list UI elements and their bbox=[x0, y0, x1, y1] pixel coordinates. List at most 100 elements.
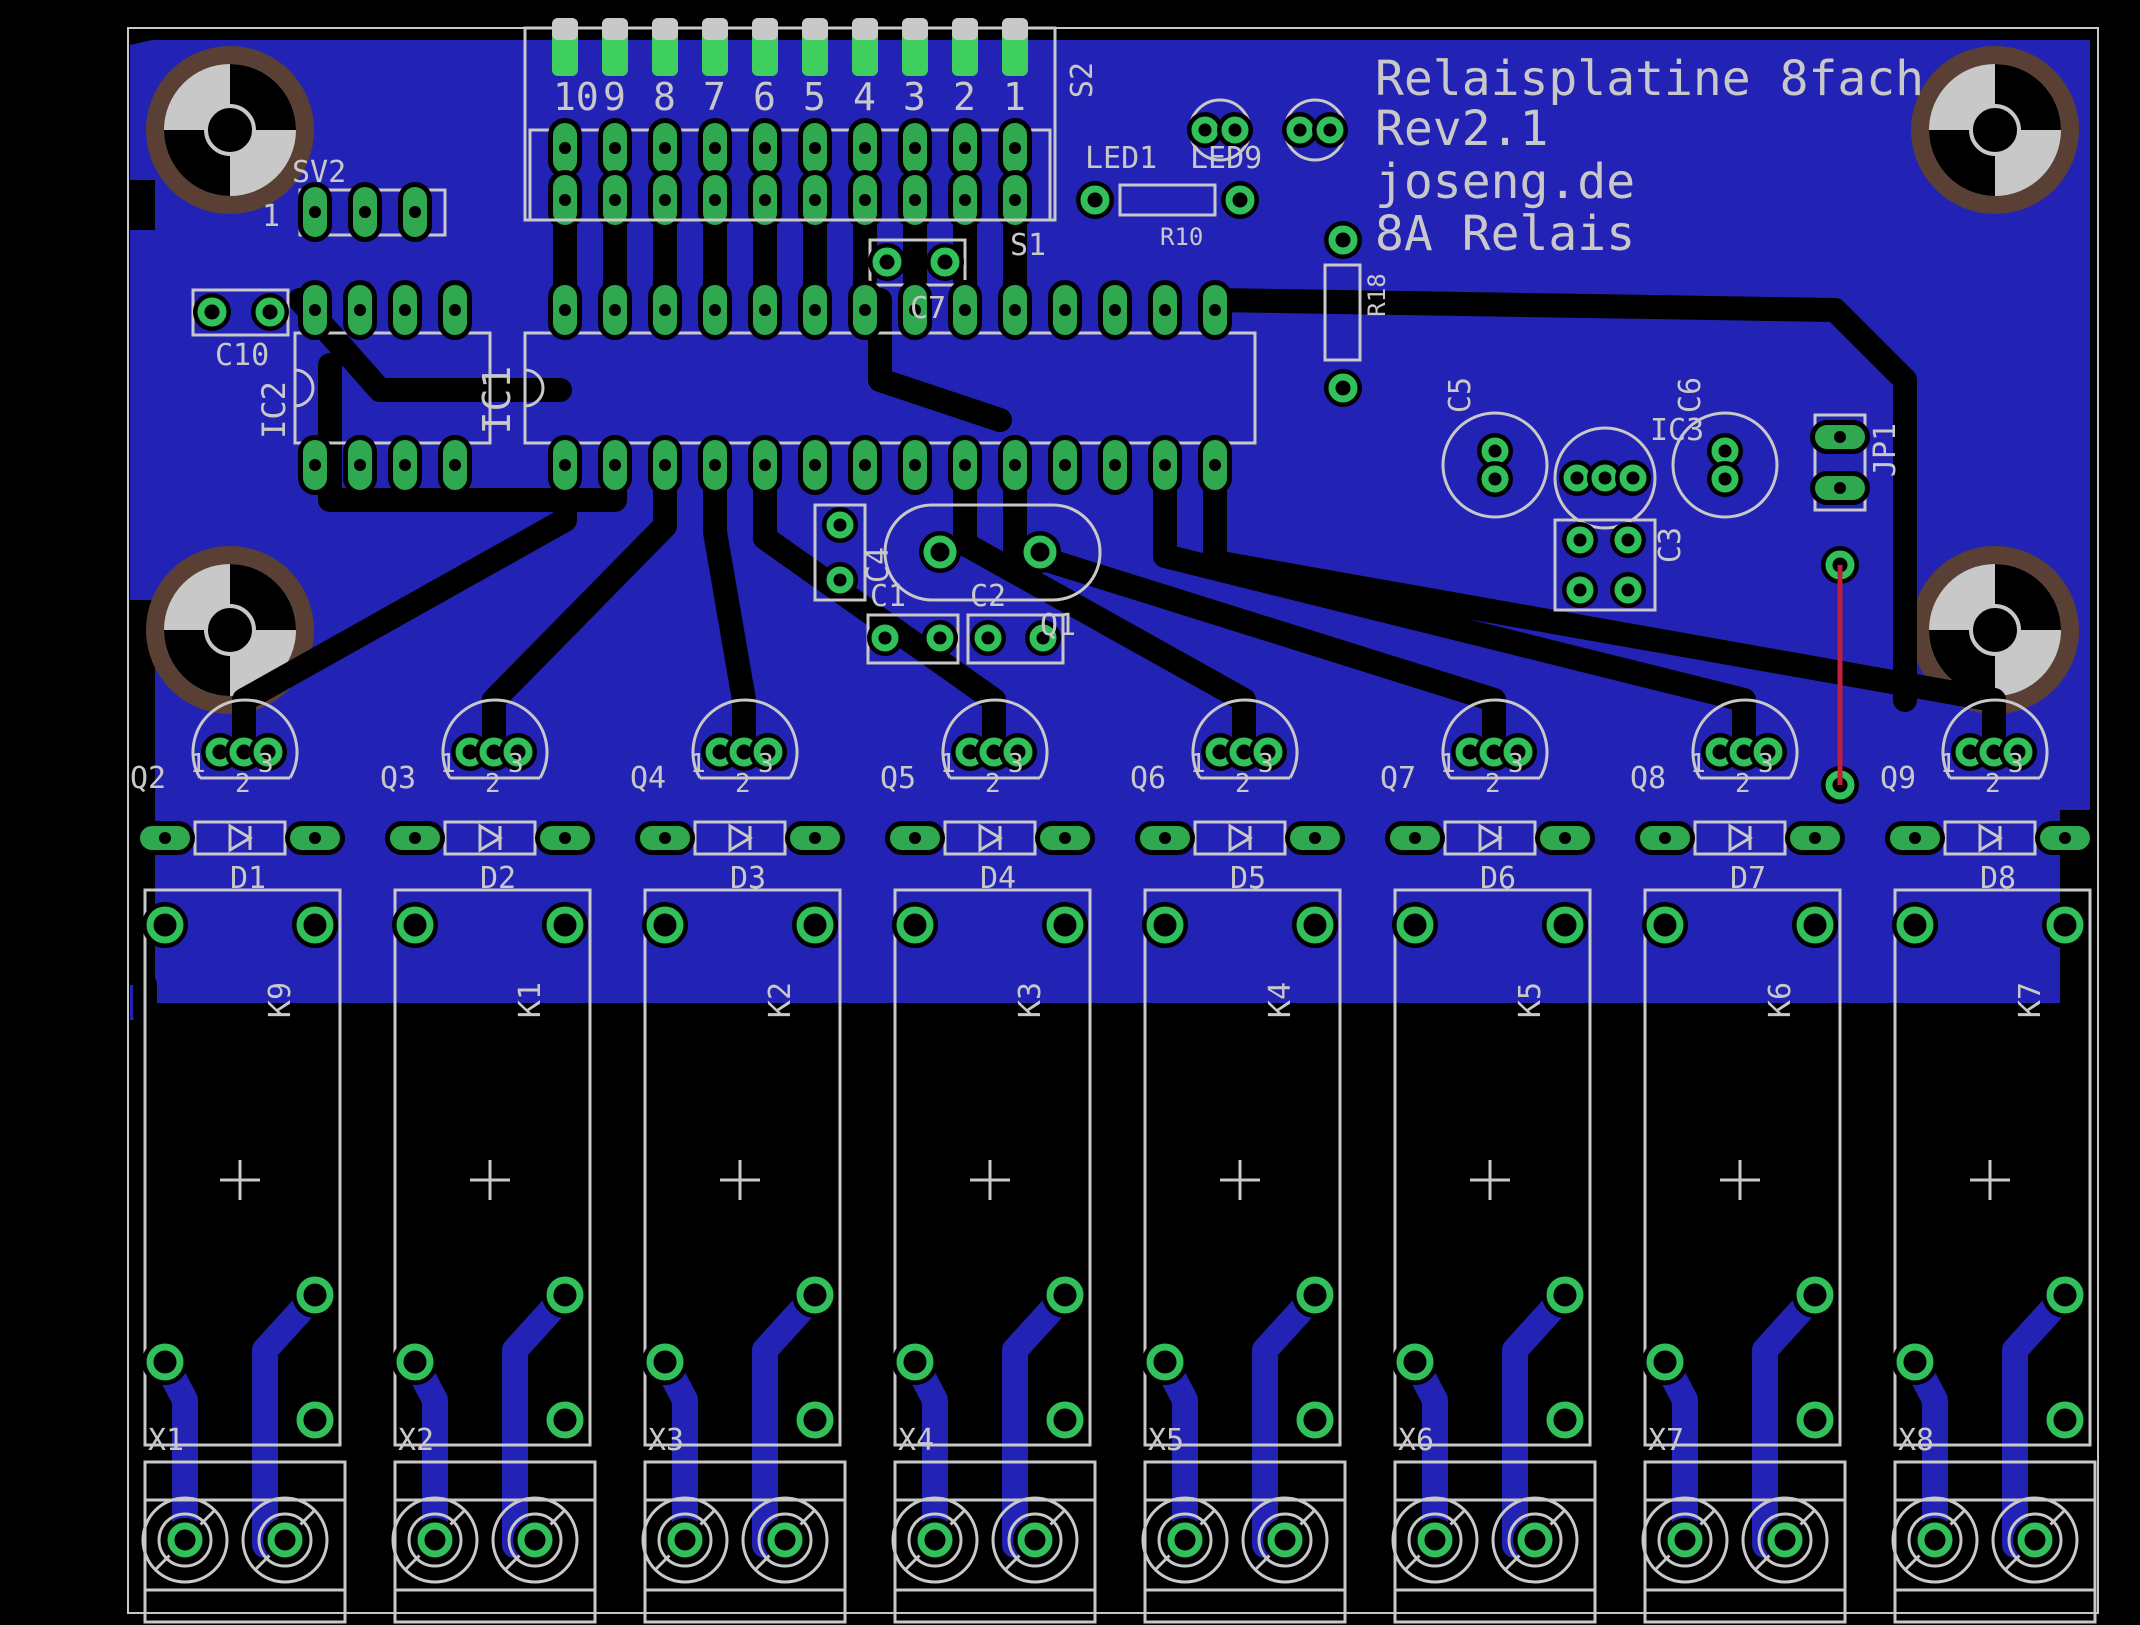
led9-label: LED9 bbox=[1190, 141, 1262, 176]
transistor-pin-number: 1 bbox=[190, 749, 206, 779]
transistor-pin-number: 3 bbox=[1508, 749, 1524, 779]
relay-label: K1 bbox=[513, 982, 548, 1018]
pad-drill bbox=[1059, 832, 1071, 844]
pad-drill bbox=[559, 194, 571, 206]
pad-drill bbox=[659, 832, 671, 844]
switch-number: 7 bbox=[703, 75, 726, 119]
pad-drill bbox=[959, 304, 971, 316]
pad-drill bbox=[759, 142, 771, 154]
switch-number: 2 bbox=[953, 75, 976, 119]
pad-drill bbox=[1834, 482, 1846, 494]
terminal-label: X2 bbox=[398, 1423, 434, 1458]
board-website: joseng.de bbox=[1375, 154, 1635, 210]
pad-drill bbox=[1559, 832, 1571, 844]
pad-drill bbox=[659, 304, 671, 316]
pad-drill bbox=[1009, 304, 1021, 316]
transistor-pin-number: 1 bbox=[940, 749, 956, 779]
pad-drill bbox=[909, 142, 921, 154]
pad-drill bbox=[1209, 304, 1221, 316]
pad-drill bbox=[559, 304, 571, 316]
pad-drill bbox=[559, 459, 571, 471]
pad-drill bbox=[559, 832, 571, 844]
diode-label: D1 bbox=[230, 861, 266, 896]
pad-drill bbox=[909, 832, 921, 844]
switch-lever-top bbox=[752, 18, 778, 40]
pad-drill bbox=[1109, 459, 1121, 471]
pad-drill bbox=[809, 142, 821, 154]
mounting-hole-drill bbox=[1969, 604, 2021, 656]
pad-drill bbox=[859, 459, 871, 471]
switch-number: 8 bbox=[653, 75, 676, 119]
transistor-label: Q8 bbox=[1630, 761, 1666, 796]
transistor-pin-number: 2 bbox=[735, 769, 751, 799]
relay-label: K6 bbox=[1763, 982, 1798, 1018]
switch-lever-top bbox=[702, 18, 728, 40]
switch-number: 5 bbox=[803, 75, 826, 119]
pad-drill bbox=[1159, 459, 1171, 471]
pad-drill bbox=[409, 206, 421, 218]
transistor-pin-number: 3 bbox=[2008, 749, 2024, 779]
c2-label: C2 bbox=[970, 579, 1006, 614]
pad-drill bbox=[909, 194, 921, 206]
pad-drill bbox=[354, 459, 366, 471]
pad-drill bbox=[1009, 459, 1021, 471]
r10-label: R10 bbox=[1160, 223, 1203, 251]
pad-drill bbox=[959, 194, 971, 206]
switch-lever-top bbox=[652, 18, 678, 40]
switch-label: S2 bbox=[1065, 62, 1100, 98]
pad-drill bbox=[1809, 832, 1821, 844]
r18-label: R18 bbox=[1363, 273, 1391, 316]
pad-drill bbox=[609, 459, 621, 471]
transistor-pin-number: 3 bbox=[758, 749, 774, 779]
jp1-label: JP1 bbox=[1868, 423, 1903, 477]
pad-drill bbox=[1159, 304, 1171, 316]
terminal-label: X4 bbox=[898, 1423, 934, 1458]
mounting-hole-drill bbox=[1969, 104, 2021, 156]
mounting-hole-drill bbox=[204, 604, 256, 656]
q1-label: Q1 bbox=[1040, 608, 1076, 643]
transistor-pin-number: 2 bbox=[235, 769, 251, 799]
switch-lever-top bbox=[1002, 18, 1028, 40]
switch-number: 10 bbox=[553, 75, 599, 119]
pad-drill bbox=[909, 459, 921, 471]
pad-drill bbox=[859, 304, 871, 316]
pad-drill bbox=[1159, 832, 1171, 844]
switch-number: 4 bbox=[853, 75, 876, 119]
pad-drill bbox=[809, 304, 821, 316]
transistor-pin-number: 2 bbox=[1235, 769, 1251, 799]
pad-drill bbox=[709, 304, 721, 316]
pad-drill bbox=[449, 304, 461, 316]
pad-drill bbox=[1209, 459, 1221, 471]
relay-label: K2 bbox=[763, 982, 798, 1018]
diode-label: D5 bbox=[1230, 861, 1266, 896]
transistor-pin-number: 2 bbox=[1985, 769, 2001, 799]
transistor-pin-number: 3 bbox=[1758, 749, 1774, 779]
transistor-label: Q7 bbox=[1380, 761, 1416, 796]
transistor-pin-number: 2 bbox=[1485, 769, 1501, 799]
pcb-board: 10 9 8 7 6 5 4 3 2 1 S2 S1 Relaisplatine 8fach Re… bbox=[0, 0, 2140, 1625]
ic2-label: IC2 bbox=[255, 381, 293, 439]
pad-drill bbox=[859, 142, 871, 154]
transistor-pin-number: 3 bbox=[1258, 749, 1274, 779]
transistor-label: Q5 bbox=[880, 761, 916, 796]
transistor-pin-number: 3 bbox=[258, 749, 274, 779]
switch-lever-top bbox=[552, 18, 578, 40]
pad-drill bbox=[759, 304, 771, 316]
transistor-label: Q3 bbox=[380, 761, 416, 796]
pad-drill bbox=[399, 304, 411, 316]
board-title: Relaisplatine 8fach bbox=[1375, 51, 1924, 107]
diode-label: D7 bbox=[1730, 861, 1766, 896]
terminal-label: X7 bbox=[1648, 1423, 1684, 1458]
pad-drill bbox=[1409, 832, 1421, 844]
ic3-label: IC3 bbox=[1650, 413, 1704, 448]
terminal-label: X3 bbox=[648, 1423, 684, 1458]
transistor-pin-number: 1 bbox=[1440, 749, 1456, 779]
switch-lever-top bbox=[952, 18, 978, 40]
pad-drill bbox=[659, 194, 671, 206]
pad-drill bbox=[659, 142, 671, 154]
pad-drill bbox=[609, 304, 621, 316]
switch-label-bottom: S1 bbox=[1010, 228, 1046, 263]
terminal-label: X1 bbox=[148, 1423, 184, 1458]
switch-number: 3 bbox=[903, 75, 926, 119]
diode-label: D3 bbox=[730, 861, 766, 896]
